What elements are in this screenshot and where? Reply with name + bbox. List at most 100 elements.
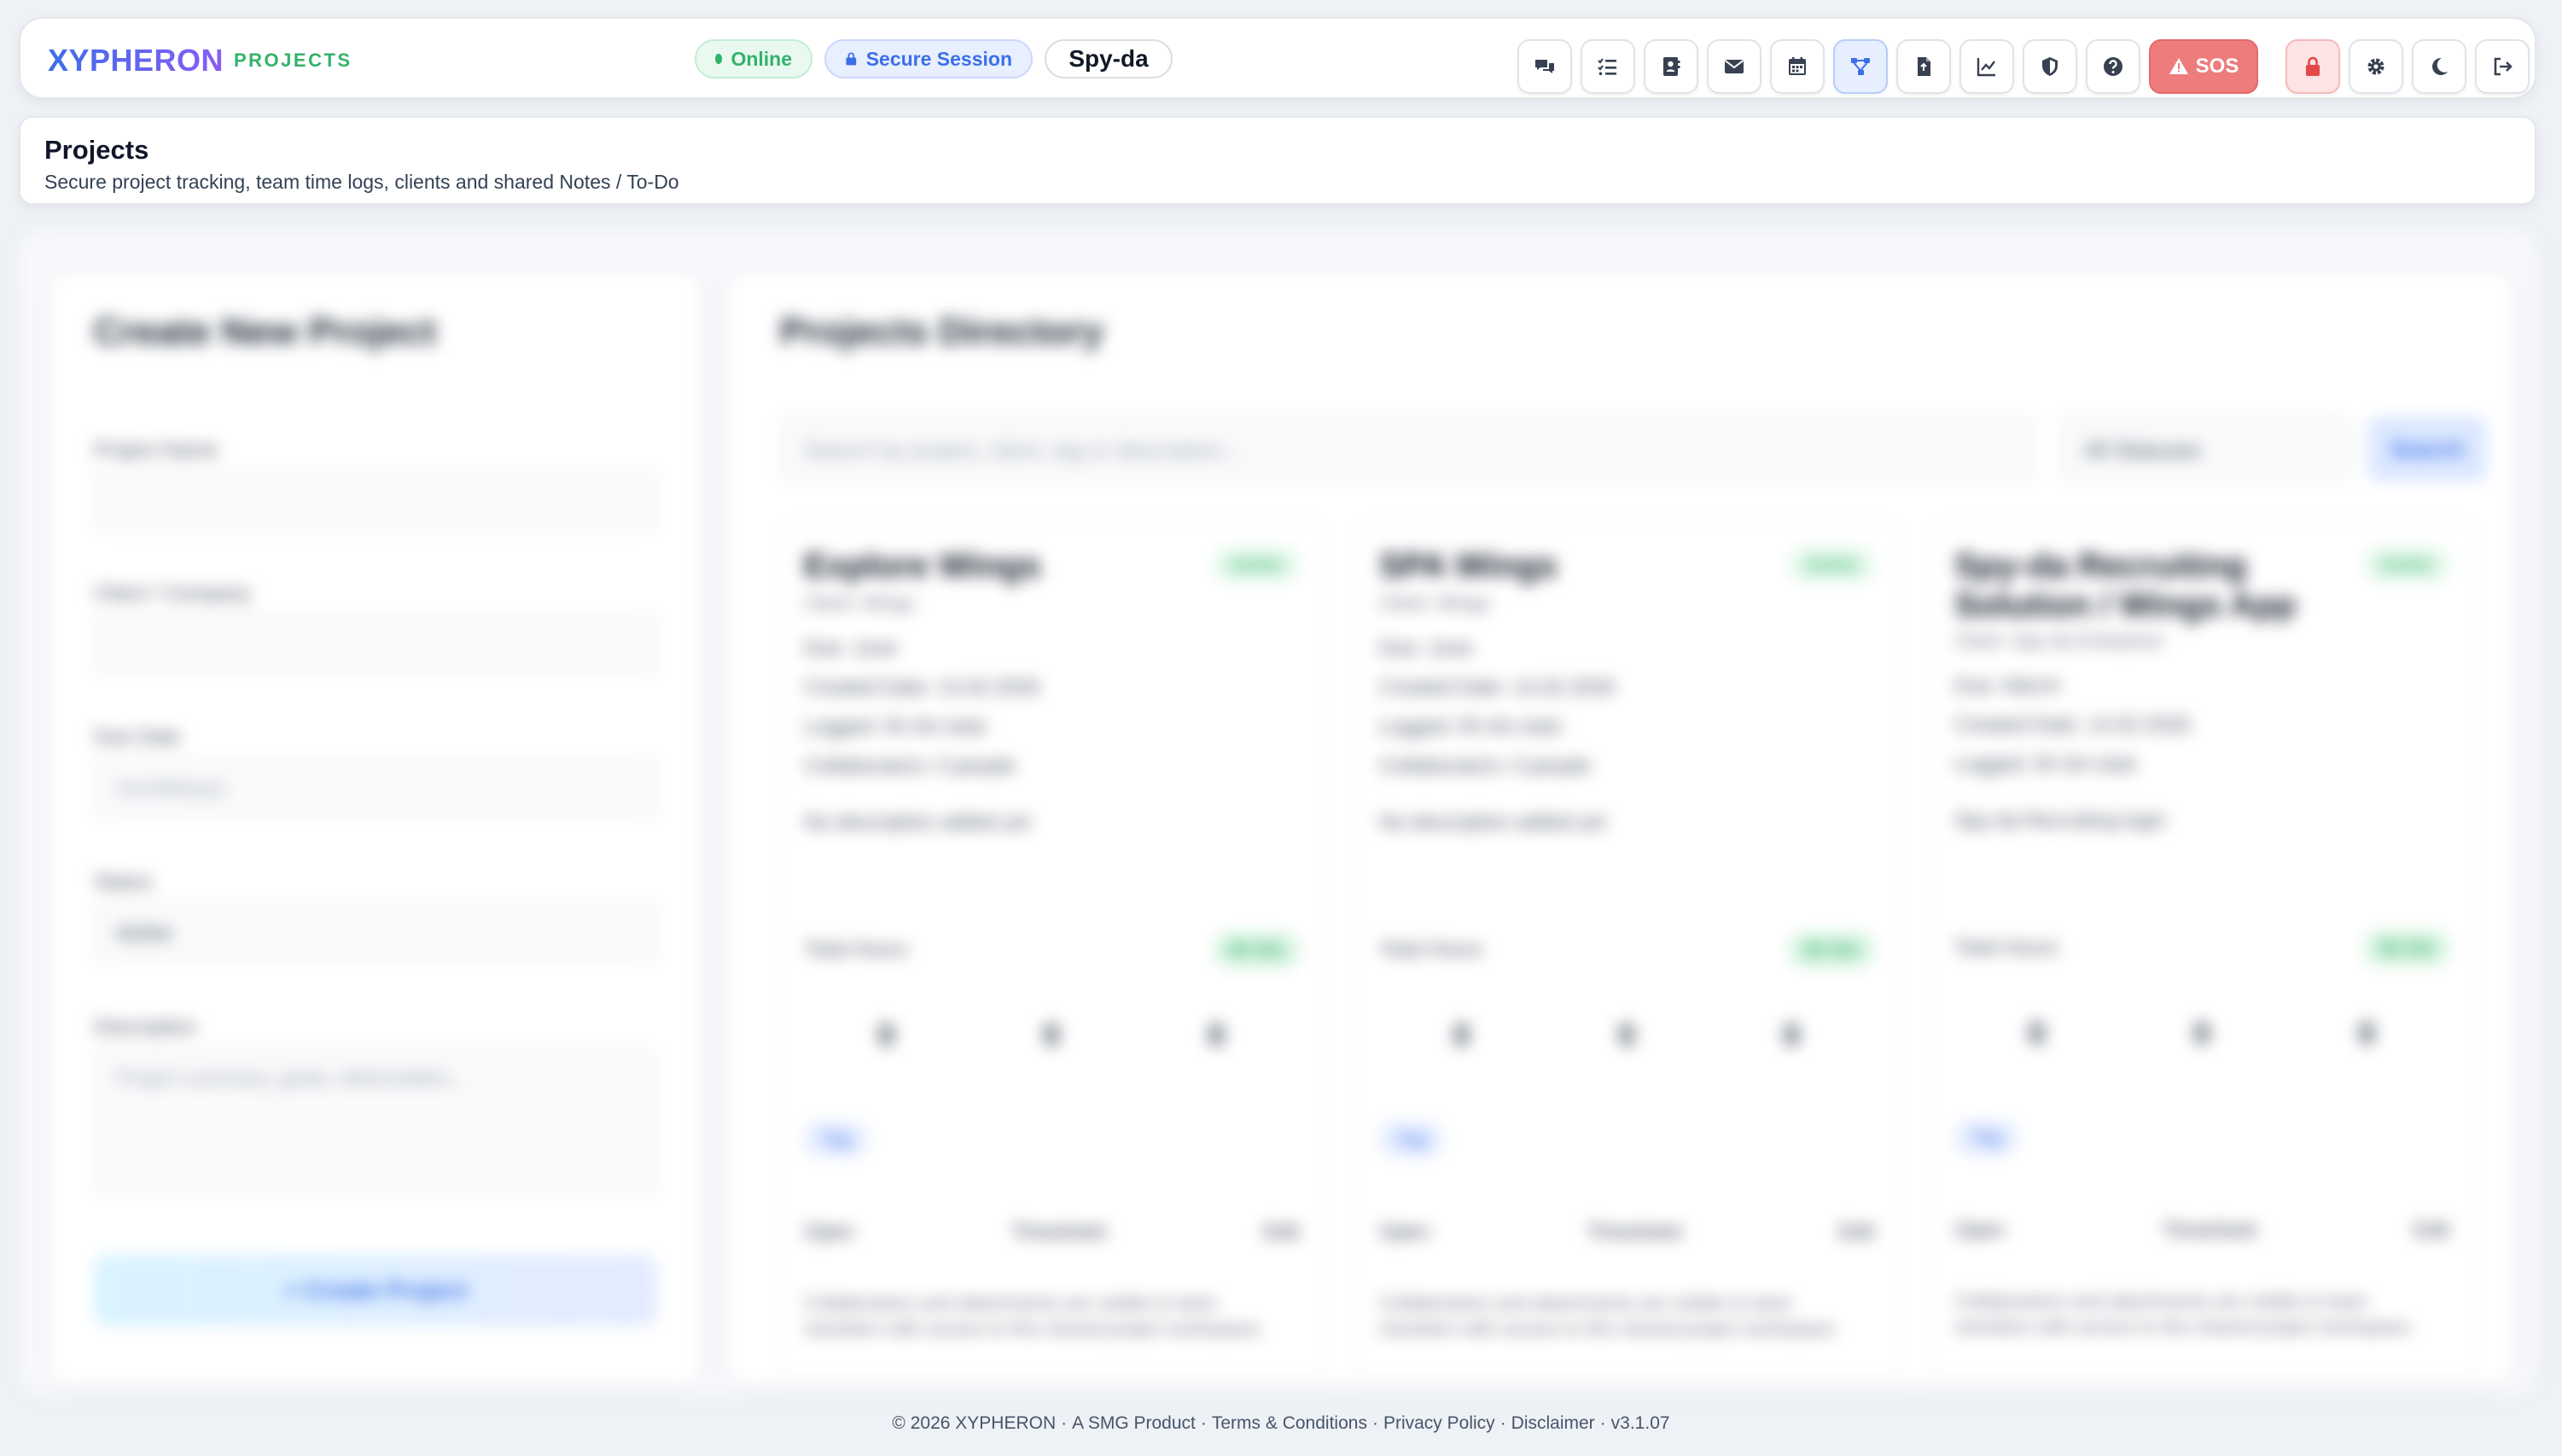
open-button[interactable]: Open [1379,1220,1429,1244]
status-badge: Active [1214,548,1299,582]
card-actions: Open Timesheet Edit [1954,1219,2449,1243]
edit-button[interactable]: Edit [1839,1220,1874,1244]
project-card[interactable]: SPA Wings Client: Wings Active Due: June… [1355,521,1901,1383]
project-meta: Collaborators: 0 people [804,754,1016,778]
due-date-label: Due Date [94,725,181,748]
section-label: PROJECTS [234,50,352,71]
stat-value: 0 [1617,1017,1635,1052]
online-status-badge: Online [695,39,812,79]
disclaimer-link[interactable]: Disclaimer [1511,1413,1595,1433]
contacts-button[interactable] [1644,39,1698,94]
document-icon [1918,57,1930,76]
project-meta: Due: June [1379,637,1473,660]
description-textarea[interactable]: Project summary, goals, deliverables... [94,1048,657,1193]
top-navigation-bar: XYPHERON PROJECTS Online Secure Session … [19,17,2536,99]
project-description: No description added yet [1379,811,1606,834]
hours-label: Total Hours [804,938,908,961]
card-actions: Open Timesheet Edit [804,1220,1299,1244]
client-label: Client / Company [94,582,252,605]
stat-value: 0 [877,1017,895,1052]
edit-button[interactable]: Edit [2414,1219,2449,1243]
projects-directory-panel: Projects Directory Search by project, cl… [729,273,2513,1383]
card-actions: Open Timesheet Edit [1379,1220,1874,1244]
hours-badge: 0h 0m [1214,932,1299,968]
sos-button[interactable]: SOS [2149,39,2258,94]
create-project-panel: Create New Project Project Name Client /… [51,273,700,1383]
online-dot-icon [715,54,723,64]
stat-row: 0 0 0 [804,1017,1299,1053]
client-input[interactable] [94,614,657,674]
analytics-button[interactable] [1959,39,2014,94]
project-client: Client: Wings [1379,592,1490,614]
calendar-button[interactable] [1770,39,1825,94]
stat-row: 0 0 0 [1379,1017,1874,1053]
project-meta: Logged: 0h 0m total [1379,715,1561,738]
hours-row: Total Hours 0h 0m [804,932,1299,968]
project-meta: Created Date: 14.02.2026 [1954,713,2191,737]
project-meta: Collaborators: 0 people [1379,754,1592,778]
project-tag[interactable]: Tag [1954,1120,2019,1156]
create-project-button[interactable]: + Create Project [94,1255,657,1326]
project-name-label: Project Name [94,439,218,462]
sos-label: SOS [2195,55,2239,78]
checklist-icon [1598,58,1616,76]
project-client: Client: Wings [804,592,915,614]
edit-button[interactable]: Edit [1264,1220,1299,1244]
terms-link[interactable]: Terms & Conditions [1212,1413,1367,1433]
lock-session-button[interactable] [2285,39,2340,94]
privacy-link[interactable]: Privacy Policy [1383,1413,1495,1433]
brand-logo[interactable]: XYPHERON [48,43,224,79]
stat-value: 0 [1453,1017,1470,1052]
tasks-button[interactable] [1581,39,1635,94]
card-note: Collaborators and attachments are visibl… [1379,1292,1840,1339]
status-badge: Active [1789,548,1874,582]
search-button[interactable]: Search [2367,416,2487,481]
theme-toggle-button[interactable] [2412,39,2466,94]
security-button[interactable] [2023,39,2077,94]
open-button[interactable]: Open [804,1220,854,1244]
projects-icon [1851,58,1870,75]
page-header-card: Projects Secure project tracking, team t… [19,116,2536,205]
project-name: Spy-da Recruiting Solution / Wings App [1954,547,2297,624]
status-filter-select[interactable]: All Statuses [2060,416,2350,481]
due-date-input[interactable]: mm/dd/yyyy [94,758,657,818]
lock-icon [846,52,857,66]
mail-button[interactable] [1707,39,1761,94]
documents-button[interactable] [1896,39,1951,94]
stat-value: 0 [2358,1016,2376,1051]
card-note: Collaborators and attachments are visibl… [1954,1290,2415,1337]
sos-icon [2169,58,2188,74]
logout-icon [2494,57,2513,76]
open-button[interactable]: Open [1954,1219,2005,1243]
timesheet-button[interactable]: Timesheet [1587,1220,1681,1244]
timesheet-button[interactable]: Timesheet [2162,1219,2256,1243]
hours-row: Total Hours 0h 0m [1379,932,1874,968]
status-select[interactable]: Active [94,903,657,963]
projects-button[interactable] [1833,39,1888,94]
page-title: Projects [44,135,149,165]
timesheet-button[interactable]: Timesheet [1011,1220,1106,1244]
shield-icon [2042,57,2058,76]
contacts-icon [1663,57,1680,76]
status-badge: Active [2364,548,2449,582]
chat-icon [1535,60,1554,73]
page-subtitle: Secure project tracking, team time logs,… [44,171,679,193]
project-card[interactable]: Spy-da Recruiting Solution / Wings App C… [1930,521,2477,1383]
project-search-input[interactable]: Search by project, client, tag or descri… [780,416,2035,481]
project-name: Explore Wings [804,547,1041,585]
chat-button[interactable] [1517,39,1572,94]
help-button[interactable] [2086,39,2140,94]
logout-button[interactable] [2475,39,2530,94]
project-tag[interactable]: Tag [1379,1121,1444,1157]
project-card[interactable]: Explore Wings Client: Wings Active Due: … [780,521,1326,1383]
settings-button[interactable] [2349,39,2403,94]
user-badge[interactable]: Spy-da [1045,39,1173,79]
project-name-input[interactable] [94,471,657,531]
secure-session-badge: Secure Session [824,39,1033,79]
hours-badge: 0h 0m [1789,932,1874,968]
project-tag[interactable]: Tag [804,1121,869,1157]
project-client: Client: Spy-da Enterprise [1954,630,2163,651]
hours-row: Total Hours 0h 0m [1954,930,2449,966]
project-meta: Due: March [1954,674,2061,697]
lock-icon [2306,56,2320,76]
